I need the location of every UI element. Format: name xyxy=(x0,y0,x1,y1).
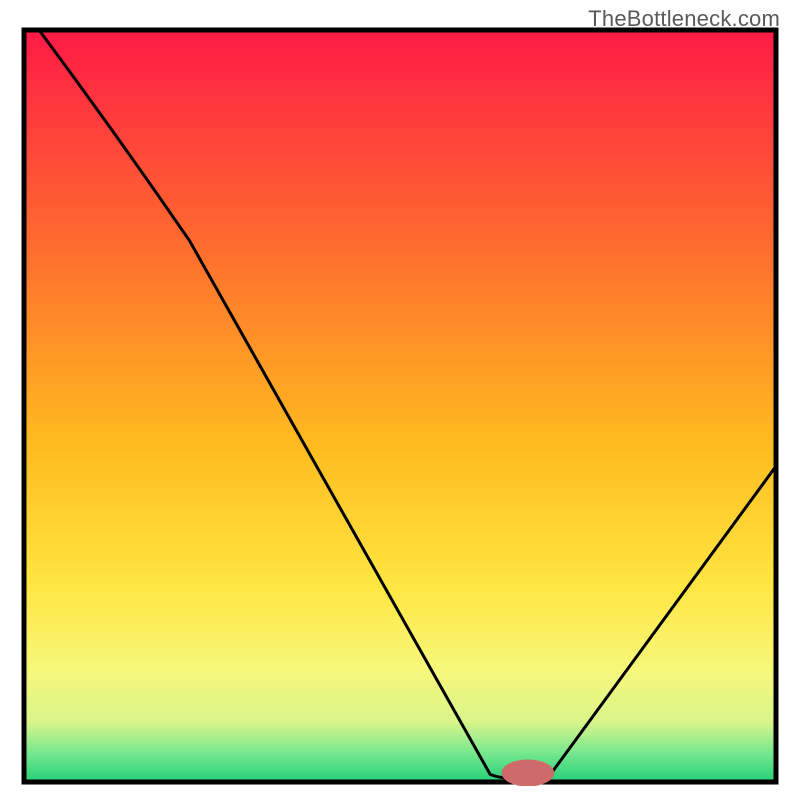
chart-container: TheBottleneck.com xyxy=(0,0,800,800)
chart-svg xyxy=(20,26,780,786)
gradient-background xyxy=(24,30,776,782)
optimal-point-marker xyxy=(502,759,555,786)
plot-area xyxy=(20,26,780,786)
